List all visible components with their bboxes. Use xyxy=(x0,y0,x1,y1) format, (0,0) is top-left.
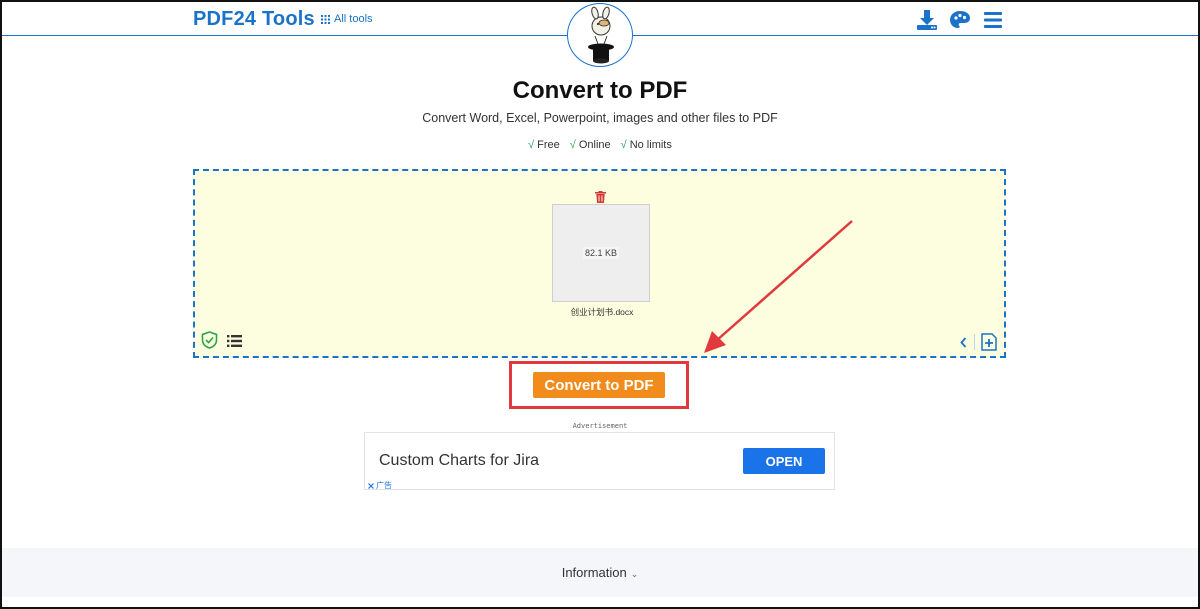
magician-mascot-icon xyxy=(588,6,614,64)
advertisement-banner[interactable]: Custom Charts for Jira OPEN 广告 xyxy=(364,432,835,490)
ad-open-button[interactable]: OPEN xyxy=(743,448,825,474)
chevron-down-icon: ⌄ xyxy=(630,569,639,579)
ad-choices[interactable]: 广告 xyxy=(368,480,392,491)
file-dropzone[interactable]: 82.1 KB 创业计划书.docx xyxy=(193,169,1006,358)
all-tools-link[interactable]: All tools xyxy=(321,13,373,25)
file-name: 创业计划书.docx xyxy=(570,307,634,317)
palette-icon[interactable] xyxy=(949,9,971,31)
close-icon[interactable] xyxy=(368,482,374,489)
advertisement-label: Advertisement xyxy=(572,422,628,430)
header-actions xyxy=(916,9,1004,31)
feature-item: √ Free xyxy=(528,139,560,151)
file-thumbnail[interactable]: 82.1 KB xyxy=(552,204,650,302)
grid-icon xyxy=(321,14,330,24)
page-title: Convert to PDF xyxy=(512,77,688,104)
feature-item: √ Online xyxy=(570,139,611,151)
shield-check-icon[interactable] xyxy=(201,331,218,349)
ad-headline[interactable]: Custom Charts for Jira xyxy=(379,452,539,470)
list-view-icon[interactable] xyxy=(227,335,242,347)
information-toggle[interactable]: Information ⌄ xyxy=(2,565,1198,580)
check-icon: √ xyxy=(528,139,535,151)
ad-marker: 广告 xyxy=(376,481,392,490)
feature-label: Online xyxy=(578,139,611,151)
trash-icon[interactable] xyxy=(595,191,606,203)
annotation-arrow xyxy=(704,220,853,353)
feature-item: √ No limits xyxy=(621,139,672,151)
download-icon[interactable] xyxy=(916,9,938,31)
add-file-icon[interactable] xyxy=(981,333,997,351)
feature-list: √ Free √ Online √ No limits xyxy=(0,139,1200,151)
page-subtitle: Convert Word, Excel, Powerpoint, images … xyxy=(422,111,778,125)
information-label: Information xyxy=(561,565,627,580)
all-tools-label: All tools xyxy=(334,13,373,25)
hamburger-menu-icon[interactable] xyxy=(982,9,1004,31)
feature-label: Free xyxy=(537,139,560,151)
site-logo[interactable]: PDF24 Tools xyxy=(193,8,315,31)
check-icon: √ xyxy=(569,139,576,151)
divider xyxy=(974,334,975,350)
check-icon: √ xyxy=(620,139,627,151)
convert-to-pdf-button[interactable]: Convert to PDF xyxy=(533,372,665,398)
mascot-logo[interactable] xyxy=(567,3,633,67)
file-size: 82.1 KB xyxy=(582,247,620,259)
feature-label: No limits xyxy=(629,139,672,151)
information-section: Information ⌄ xyxy=(2,548,1198,597)
chevron-left-icon[interactable] xyxy=(960,337,967,348)
